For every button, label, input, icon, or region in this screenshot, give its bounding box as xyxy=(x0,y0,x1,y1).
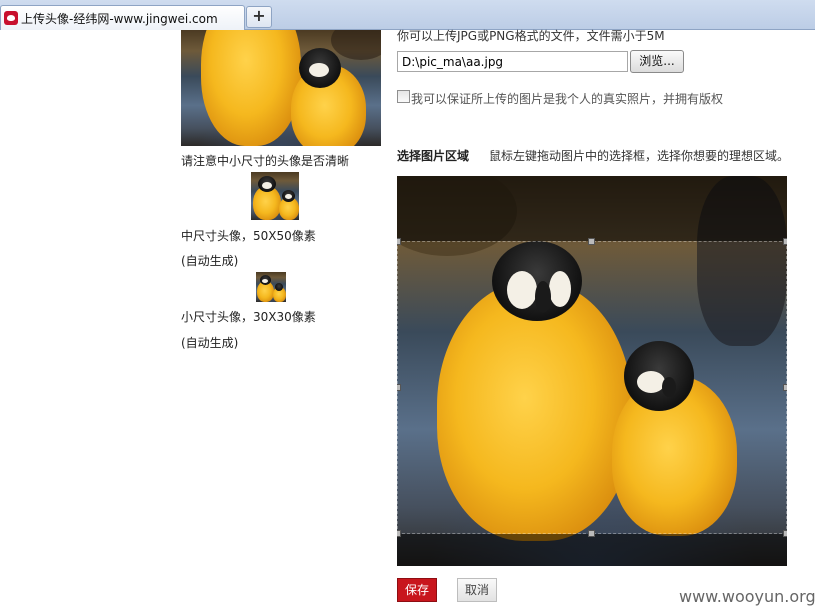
site-favicon-icon xyxy=(4,11,18,25)
copyright-checkbox[interactable] xyxy=(397,90,410,103)
crop-handle-ne[interactable] xyxy=(783,238,787,245)
crop-selection-box[interactable] xyxy=(397,241,787,534)
crop-mask-bottom xyxy=(397,534,787,566)
new-tab-button[interactable]: + xyxy=(246,6,272,28)
crop-handle-n[interactable] xyxy=(588,238,595,245)
watermark-text: www.wooyun.org xyxy=(679,587,815,606)
small-avatar-auto: (自动生成) xyxy=(181,336,239,350)
crop-handle-nw[interactable] xyxy=(397,238,401,245)
cancel-button[interactable]: 取消 xyxy=(457,578,497,602)
browse-button[interactable]: 浏览... xyxy=(630,50,684,73)
copyright-label: 我可以保证所上传的图片是我个人的真实照片，并拥有版权 xyxy=(411,92,724,106)
crop-mask-top xyxy=(397,176,787,241)
preview-notice: 请注意中小尺寸的头像是否清晰 xyxy=(181,154,350,168)
browser-tabstrip: 上传头像-经纬网-www.jingwei.com + xyxy=(0,0,815,30)
crop-handle-sw[interactable] xyxy=(397,530,401,537)
browser-tab[interactable]: 上传头像-经纬网-www.jingwei.com xyxy=(0,5,245,30)
upload-hint: 你可以上传JPG或PNG格式的文件，文件需小于5M xyxy=(397,29,665,43)
crop-handle-se[interactable] xyxy=(783,530,787,537)
medium-avatar-auto: (自动生成) xyxy=(181,254,239,268)
file-path-input[interactable] xyxy=(397,51,628,72)
medium-avatar-preview xyxy=(251,172,299,220)
crop-section-title: 选择图片区域 xyxy=(397,149,470,163)
crop-handle-e[interactable] xyxy=(783,384,787,391)
crop-handle-s[interactable] xyxy=(588,530,595,537)
save-button[interactable]: 保存 xyxy=(397,578,437,602)
large-avatar-preview xyxy=(181,30,381,146)
tab-title: 上传头像-经纬网-www.jingwei.com xyxy=(21,11,218,26)
small-avatar-preview xyxy=(256,272,286,302)
medium-avatar-label: 中尺寸头像，50X50像素 xyxy=(181,229,316,243)
crop-image-area[interactable] xyxy=(397,176,787,566)
crop-section-description: 鼠标左键拖动图片中的选择框，选择你想要的理想区域。 xyxy=(489,149,790,163)
small-avatar-label: 小尺寸头像，30X30像素 xyxy=(181,310,316,324)
crop-handle-w[interactable] xyxy=(397,384,401,391)
